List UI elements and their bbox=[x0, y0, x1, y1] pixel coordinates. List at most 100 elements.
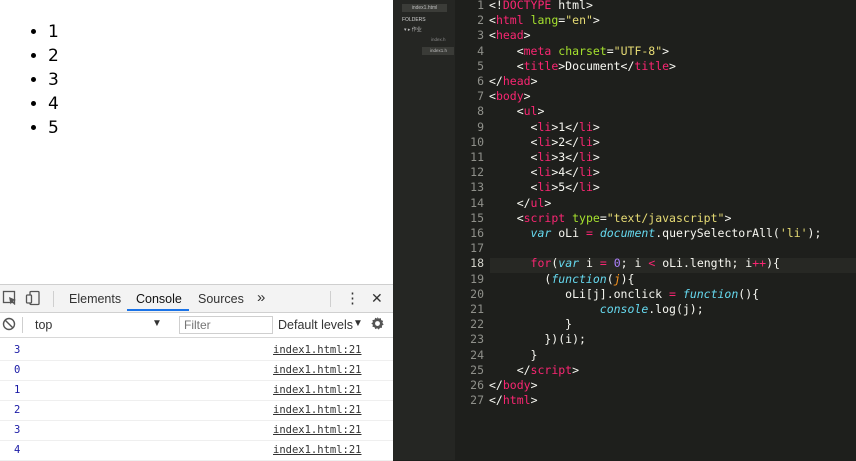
code-token: ( bbox=[489, 271, 552, 286]
line-number: 18 bbox=[470, 256, 484, 271]
code-token: head bbox=[495, 28, 524, 43]
code-token: > bbox=[592, 119, 600, 134]
line-number: 7 bbox=[477, 89, 484, 104]
more-tabs-icon[interactable]: » bbox=[257, 289, 265, 306]
code-token: < bbox=[489, 28, 496, 43]
code-token: li bbox=[579, 134, 593, 149]
code-token: li bbox=[579, 150, 593, 164]
code-token: </ bbox=[489, 195, 531, 210]
clear-console-icon[interactable] bbox=[2, 317, 16, 331]
code-token: < bbox=[489, 165, 538, 180]
source-link[interactable]: index1.html:21 bbox=[273, 424, 362, 436]
code-token: > bbox=[592, 13, 600, 28]
list-item[interactable]: 5 bbox=[48, 116, 59, 140]
console-message-row: 3 index1.html:21 bbox=[0, 421, 393, 441]
line-number: 19 bbox=[470, 271, 484, 286]
source-link[interactable]: index1.html:21 bbox=[273, 404, 362, 416]
source-link[interactable]: index1.html:21 bbox=[273, 364, 362, 376]
code-token: > bbox=[592, 134, 600, 149]
devtools-tabbar: Elements Console Sources » ⋮ ✕ bbox=[0, 285, 393, 313]
folder-item[interactable]: ▾ ▸ 作业 bbox=[404, 26, 422, 33]
code-line: </body> bbox=[489, 378, 538, 393]
code-token: < bbox=[489, 210, 524, 225]
code-line: <!DOCTYPE html> bbox=[489, 0, 593, 13]
code-line: oLi[j].onclick = function(){ bbox=[489, 287, 759, 302]
code-token: document bbox=[599, 226, 656, 240]
log-levels-dropdown[interactable]: Default levels bbox=[278, 318, 353, 332]
list-item[interactable]: 2 bbox=[48, 44, 59, 68]
code-token: >4</ bbox=[551, 165, 580, 180]
code-token: i bbox=[579, 256, 600, 271]
code-line: <title>Document</title> bbox=[489, 59, 676, 74]
open-file-tab[interactable]: index1.html bbox=[402, 4, 447, 12]
code-token: title bbox=[523, 58, 559, 73]
console-filter-bar: top ▼ Default levels ▼ bbox=[0, 313, 393, 338]
chevron-down-icon[interactable]: ▼ bbox=[353, 318, 363, 329]
code-token: = bbox=[669, 286, 676, 301]
console-message-row: 4 index1.html:21 bbox=[0, 441, 393, 461]
line-number: 27 bbox=[470, 393, 484, 408]
file-item-active[interactable]: index1.h bbox=[422, 47, 454, 55]
code-line: <ul> bbox=[489, 104, 545, 119]
code-line: </script> bbox=[489, 363, 579, 378]
source-link[interactable]: index1.html:21 bbox=[273, 444, 362, 456]
code-token: li bbox=[537, 150, 552, 164]
code-line: })(i); bbox=[489, 332, 586, 347]
line-number: 11 bbox=[470, 150, 484, 164]
code-token: title bbox=[634, 58, 670, 73]
context-selector[interactable]: top bbox=[35, 318, 52, 332]
source-link[interactable]: index1.html:21 bbox=[273, 384, 362, 396]
inspect-element-icon[interactable] bbox=[2, 290, 18, 306]
code-token: li bbox=[579, 165, 593, 180]
code-line: <li>3</li> bbox=[489, 150, 600, 165]
code-token: charset bbox=[558, 43, 607, 58]
code-token: li bbox=[579, 180, 593, 195]
line-number: 17 bbox=[470, 241, 484, 256]
code-token: ul bbox=[530, 195, 545, 210]
code-token: (){ bbox=[738, 286, 760, 301]
gear-icon[interactable] bbox=[370, 316, 385, 331]
list-item[interactable]: 3 bbox=[48, 68, 59, 92]
tab-elements[interactable]: Elements bbox=[69, 292, 121, 306]
device-toolbar-icon[interactable] bbox=[25, 290, 41, 306]
active-tab-indicator bbox=[127, 309, 189, 311]
code-token: < bbox=[489, 119, 538, 134]
file-item[interactable]: index.h bbox=[431, 37, 446, 42]
source-link[interactable]: index1.html:21 bbox=[273, 344, 362, 356]
tab-console[interactable]: Console bbox=[136, 292, 182, 306]
editor-sidebar: index1.html FOLDERS ▾ ▸ 作业 index.h index… bbox=[393, 0, 455, 460]
line-number-gutter: 1 2 3 4 5 6 7 8 9 10 11 12 13 14 15 16 17 18 19 20 21 22 23 24 2… bbox=[455, 0, 490, 460]
code-line: <html lang="en"> bbox=[489, 13, 600, 28]
code-token: ul bbox=[523, 104, 538, 119]
line-number: 5 bbox=[477, 58, 484, 73]
code-line: <li>4</li> bbox=[489, 165, 600, 180]
console-message-row: 3 index1.html:21 bbox=[0, 341, 393, 361]
list-item[interactable]: 1 bbox=[48, 20, 59, 44]
code-token: < bbox=[489, 180, 538, 195]
code-token: })(i); bbox=[489, 332, 586, 347]
line-number: 9 bbox=[477, 119, 484, 134]
line-number: 16 bbox=[470, 226, 484, 240]
close-icon[interactable]: ✕ bbox=[371, 290, 383, 307]
code-token: < bbox=[489, 150, 538, 164]
devtools-panel: Elements Console Sources » ⋮ ✕ top ▼ Def… bbox=[0, 284, 393, 461]
list-item[interactable]: 4 bbox=[48, 92, 59, 116]
chevron-down-icon[interactable]: ▼ bbox=[152, 318, 162, 329]
line-number: 24 bbox=[470, 347, 484, 362]
code-token: oLi[j].onclick bbox=[489, 286, 670, 301]
code-token: } bbox=[489, 347, 538, 362]
code-line: (function(j){ bbox=[489, 272, 634, 287]
tab-sources[interactable]: Sources bbox=[198, 292, 244, 306]
code-token: < bbox=[489, 58, 524, 73]
code-line: <script type="text/javascript"> bbox=[489, 210, 732, 226]
line-number: 15 bbox=[470, 210, 484, 225]
filter-input[interactable] bbox=[179, 316, 273, 334]
code-token: >1</ bbox=[551, 119, 580, 134]
line-number: 13 bbox=[470, 180, 484, 195]
console-message-row: 2 index1.html:21 bbox=[0, 401, 393, 421]
code-token: "en" bbox=[565, 13, 593, 28]
kebab-menu-icon[interactable]: ⋮ bbox=[345, 289, 360, 307]
code-token: "UTF-8" bbox=[613, 43, 663, 58]
